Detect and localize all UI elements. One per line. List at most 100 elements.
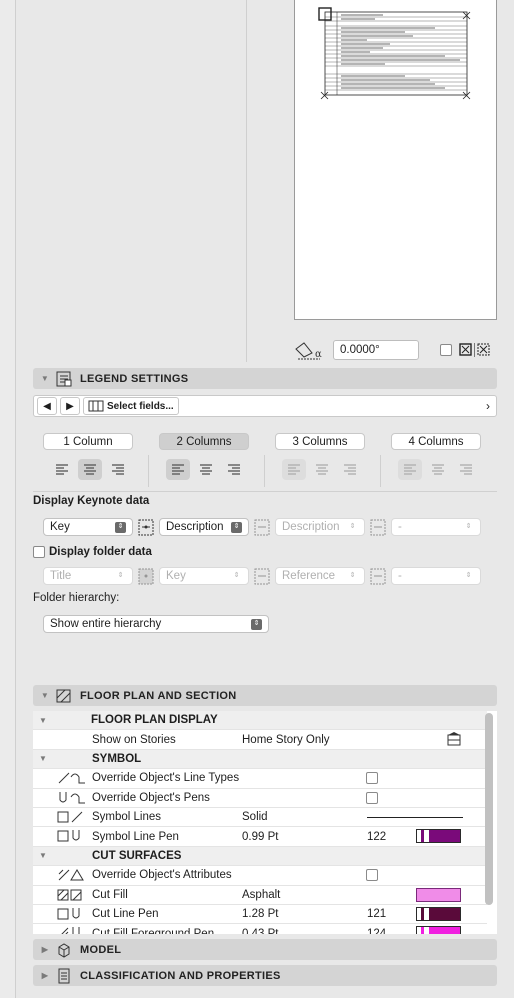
col2-align-center-button[interactable] xyxy=(194,459,218,480)
col1-align-center-button[interactable] xyxy=(78,459,102,480)
property-value[interactable]: Home Story Only xyxy=(242,734,330,746)
attributes-icon xyxy=(57,868,87,882)
arrow-right-icon: ▶ xyxy=(66,400,74,412)
two-columns-button[interactable]: 2 Columns xyxy=(159,433,249,450)
next-button[interactable]: ▶ xyxy=(60,397,80,415)
link-icon[interactable] xyxy=(138,519,154,536)
pen-number[interactable]: 121 xyxy=(367,908,386,920)
pen-color-swatch[interactable] xyxy=(416,829,461,844)
stepper-icon: ⇕ xyxy=(349,572,356,579)
line-type-icon xyxy=(57,771,87,785)
four-columns-button[interactable]: 4 Columns xyxy=(391,433,481,450)
pen-number[interactable]: 122 xyxy=(367,831,386,843)
folder-field-1-select[interactable]: Title ⇕ xyxy=(43,567,133,585)
tree-row[interactable]: Symbol Lines Solid xyxy=(33,808,487,828)
expanded-triangle-icon[interactable]: ▼ xyxy=(39,716,47,725)
tree-scrollbar[interactable] xyxy=(485,713,493,905)
pen-icon xyxy=(57,907,87,921)
folder-hierarchy-select[interactable]: Show entire hierarchy ⇕ xyxy=(43,615,269,633)
marker-toggle-icons[interactable] xyxy=(459,343,493,358)
tree-row[interactable]: Cut Fill Foreground Pen 0.43 Pt 124 xyxy=(33,924,487,934)
col4-align-center-button[interactable] xyxy=(426,459,450,480)
col2-align-right-button[interactable] xyxy=(222,459,246,480)
link-icon[interactable] xyxy=(370,519,386,536)
previous-button[interactable]: ◀ xyxy=(37,397,57,415)
fill-swatch[interactable] xyxy=(416,887,461,902)
legend-settings-header[interactable]: ▼ LEGEND SETTINGS xyxy=(33,368,497,389)
pen-color-swatch[interactable] xyxy=(416,907,461,921)
folder-field-3-select[interactable]: Reference ⇕ xyxy=(275,567,365,585)
expanded-triangle-icon[interactable]: ▼ xyxy=(39,851,47,860)
col3-align-right-button[interactable] xyxy=(338,459,362,480)
col1-align-left-button[interactable] xyxy=(50,459,74,480)
align-center-icon xyxy=(432,464,444,475)
tree-group-header[interactable]: ▼ SYMBOL xyxy=(33,749,487,770)
tree-row[interactable]: Cut Line Pen 1.28 Pt 121 xyxy=(33,905,487,925)
link-icon[interactable] xyxy=(370,568,386,585)
model-header[interactable]: ▶ MODEL xyxy=(33,939,497,960)
stepper-icon: ⇕ xyxy=(117,572,124,579)
classification-icon xyxy=(58,968,70,983)
folder-field-1-value: Title xyxy=(50,570,72,582)
align-right-icon xyxy=(228,464,240,475)
stepper-icon: ⇕ xyxy=(233,572,240,579)
columns-icon xyxy=(88,400,104,412)
link-icon[interactable] xyxy=(138,568,154,585)
override-checkbox[interactable] xyxy=(366,791,378,804)
folder-field-2-select[interactable]: Key ⇕ xyxy=(159,567,249,585)
keynote-field-2-select[interactable]: Description ⇕ xyxy=(159,518,249,536)
col3-align-left-button[interactable] xyxy=(282,459,306,480)
tree-row[interactable]: Override Object's Line Types xyxy=(33,769,487,789)
folder-hierarchy-label: Folder hierarchy: xyxy=(33,592,120,604)
col1-align-right-button[interactable] xyxy=(106,459,130,480)
keynote-field-1-select[interactable]: Key ⇕ xyxy=(43,518,133,536)
expanded-triangle-icon: ▼ xyxy=(40,374,50,383)
pen-color-swatch[interactable] xyxy=(416,926,461,934)
keynote-field-3-select[interactable]: Description ⇕ xyxy=(275,518,365,536)
preview-option-checkbox[interactable] xyxy=(440,344,452,356)
col4-align-left-button[interactable] xyxy=(398,459,422,480)
col3-align-center-button[interactable] xyxy=(310,459,334,480)
link-icon[interactable] xyxy=(254,519,270,536)
align-left-icon xyxy=(288,464,300,475)
tree-row[interactable]: Override Object's Attributes xyxy=(33,866,487,886)
tree-group-header[interactable]: ▼ FLOOR PLAN DISPLAY xyxy=(33,711,487,731)
pen-number[interactable]: 124 xyxy=(367,928,386,934)
override-checkbox[interactable] xyxy=(366,869,378,882)
property-value[interactable]: 0.99 Pt xyxy=(242,831,278,843)
property-value[interactable]: Asphalt xyxy=(242,889,280,901)
classification-title: CLASSIFICATION AND PROPERTIES xyxy=(80,969,281,982)
link-icon[interactable] xyxy=(254,568,270,585)
floor-plan-section-header[interactable]: ▼ FLOOR PLAN AND SECTION xyxy=(33,685,497,706)
angle-value: 0.0000° xyxy=(340,344,380,356)
align-right-icon xyxy=(112,464,124,475)
tree-row[interactable]: Cut Fill Asphalt xyxy=(33,886,487,905)
display-folder-checkbox[interactable] xyxy=(33,546,45,558)
col4-align-right-button[interactable] xyxy=(454,459,478,480)
folder-field-4-select[interactable]: - ⇕ xyxy=(391,567,481,585)
chevron-right-icon[interactable]: › xyxy=(486,399,490,413)
classification-header[interactable]: ▶ CLASSIFICATION AND PROPERTIES xyxy=(33,965,497,986)
property-value[interactable]: Solid xyxy=(242,811,268,823)
angle-input[interactable]: 0.0000° xyxy=(333,340,419,360)
arrow-left-icon: ◀ xyxy=(43,400,51,412)
override-checkbox[interactable] xyxy=(366,772,378,785)
align-left-icon xyxy=(172,464,184,475)
tree-row[interactable]: Show on Stories Home Story Only xyxy=(33,730,487,750)
expanded-triangle-icon[interactable]: ▼ xyxy=(39,754,47,763)
select-fields-label: Select fields... xyxy=(107,400,174,412)
keynote-field-4-select[interactable]: - ⇕ xyxy=(391,518,481,536)
stepper-icon: ⇕ xyxy=(115,521,126,533)
story-icon xyxy=(447,732,461,746)
tree-group-header[interactable]: ▼ CUT SURFACES xyxy=(33,846,487,867)
col2-align-left-button[interactable] xyxy=(166,459,190,480)
one-column-button[interactable]: 1 Column xyxy=(43,433,133,450)
tree-row[interactable]: Override Object's Pens xyxy=(33,789,487,808)
three-columns-button[interactable]: 3 Columns xyxy=(275,433,365,450)
tree-row[interactable]: Symbol Line Pen 0.99 Pt 122 xyxy=(33,827,487,847)
property-value[interactable]: 0.43 Pt xyxy=(242,928,278,934)
property-value[interactable]: 1.28 Pt xyxy=(242,908,278,920)
select-fields-button[interactable]: Select fields... xyxy=(83,397,179,415)
property-name: Symbol Lines xyxy=(92,811,162,824)
floor-plan-property-tree: ▼ FLOOR PLAN DISPLAY Show on Stories Home S… xyxy=(33,711,497,934)
